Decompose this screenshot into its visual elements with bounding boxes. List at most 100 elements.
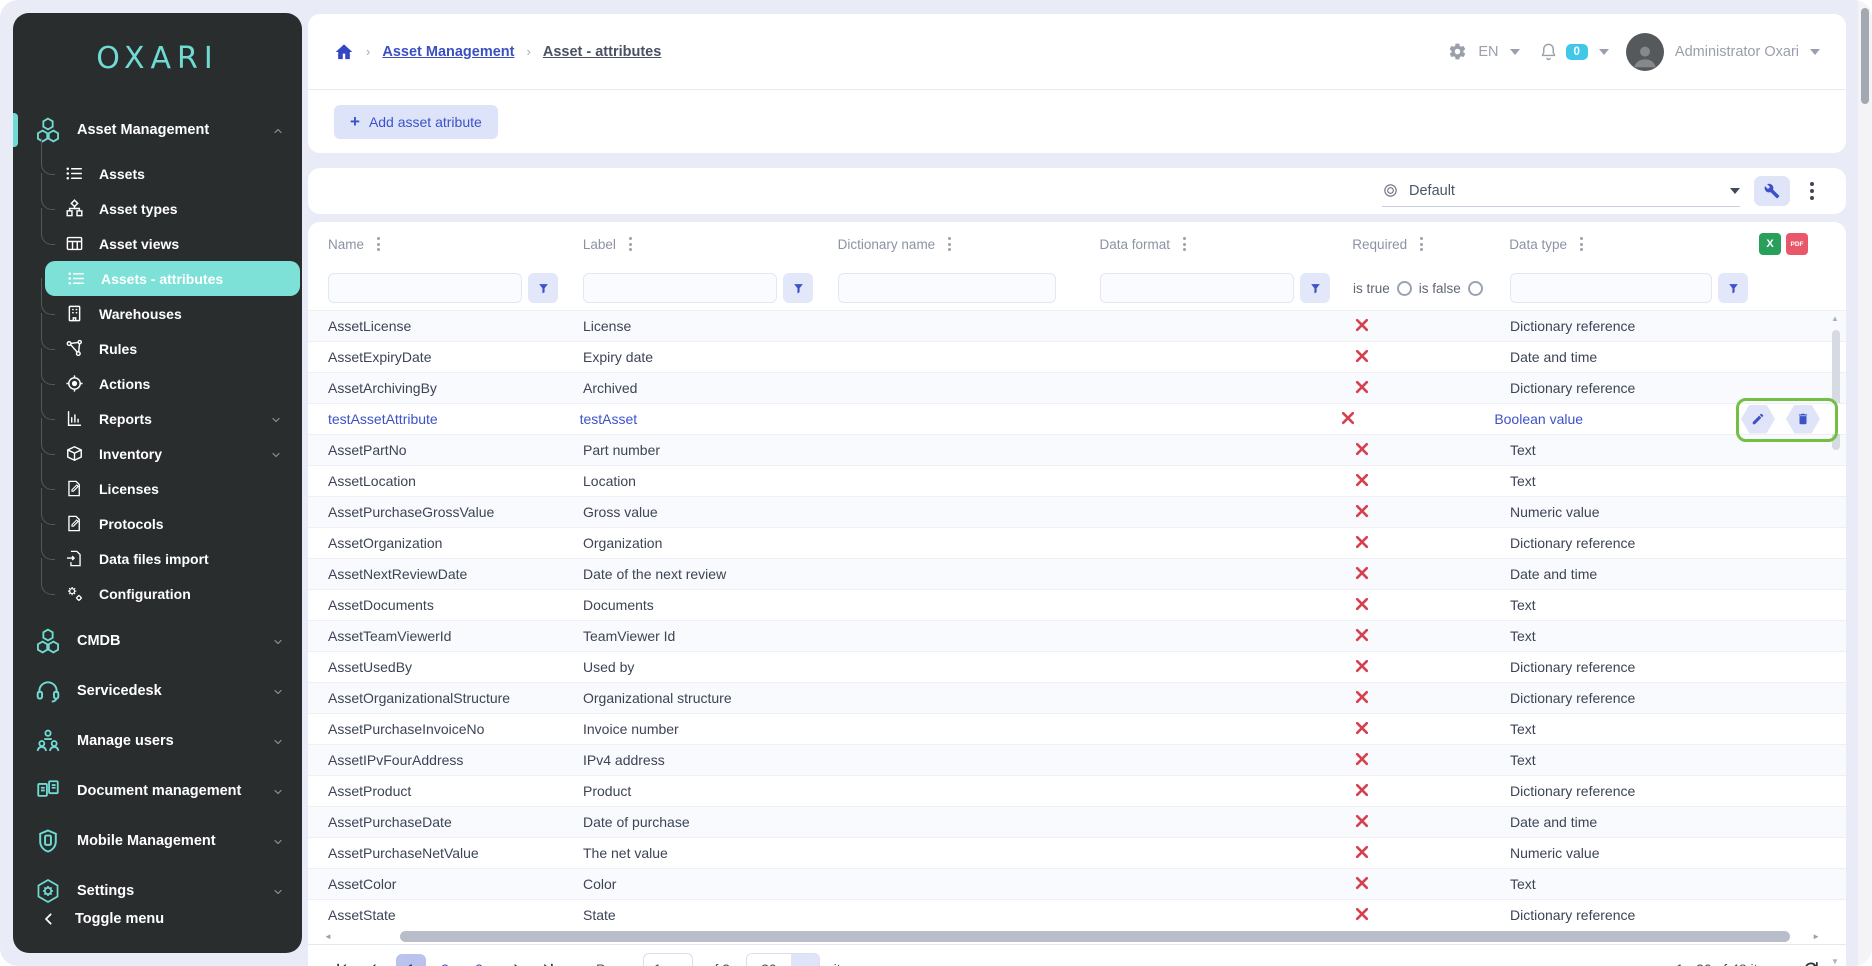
page-scrollbar-thumb[interactable] <box>1861 8 1869 104</box>
page-button-2[interactable]: 2 <box>430 954 460 966</box>
table-row-assetlicense[interactable]: AssetLicenseLicenseDictionary reference <box>308 310 1846 341</box>
breadcrumb-current-asset-attributes[interactable]: Asset - attributes <box>543 44 661 60</box>
first-page-icon[interactable] <box>334 961 349 966</box>
sidebar-item-warehouses[interactable]: Warehouses <box>13 296 302 331</box>
table-row-testassetattribute[interactable]: testAssetAttributetestAssetBoolean value <box>308 403 1846 434</box>
page-button-1[interactable]: 1 <box>396 954 426 966</box>
column-menu-icon[interactable] <box>1180 234 1189 254</box>
table-row-assetstate[interactable]: AssetStateStateDictionary reference <box>308 899 1846 930</box>
configure-view-button[interactable] <box>1754 176 1790 206</box>
refresh-icon[interactable] <box>1802 960 1820 966</box>
dictionary-name-filter-input[interactable] <box>838 273 1056 303</box>
chevron-down-icon <box>272 835 284 847</box>
table-row-assetpurchasegrossvalue[interactable]: AssetPurchaseGrossValueGross valueNumeri… <box>308 496 1846 527</box>
horizontal-scrollbar-thumb[interactable] <box>400 931 1790 942</box>
table-row-assetnextreviewdate[interactable]: AssetNextReviewDateDate of the next revi… <box>308 558 1846 589</box>
column-menu-icon[interactable] <box>1417 234 1426 254</box>
table-row-assetorganization[interactable]: AssetOrganizationOrganizationDictionary … <box>308 527 1846 558</box>
scroll-down-arrow-icon[interactable]: ▼ <box>1831 957 1839 966</box>
is-false-radio[interactable] <box>1468 281 1483 296</box>
pdf-export-icon[interactable]: PDF <box>1786 233 1808 255</box>
column-menu-icon[interactable] <box>374 234 383 254</box>
add-asset-attribute-button[interactable]: + Add asset atribute <box>334 105 498 139</box>
is-true-radio[interactable] <box>1397 281 1412 296</box>
edit-button[interactable] <box>1741 405 1775 434</box>
bell-icon[interactable] <box>1539 42 1558 61</box>
home-icon[interactable] <box>334 42 354 62</box>
scroll-left-arrow-icon[interactable]: ◄ <box>324 932 332 941</box>
sidebar-section-mobile-management[interactable]: Mobile Management <box>13 821 302 861</box>
table-row-assetarchivingby[interactable]: AssetArchivingByArchivedDictionary refer… <box>308 372 1846 403</box>
chevron-down-icon <box>272 785 284 797</box>
next-page-icon[interactable] <box>510 961 525 966</box>
user-name[interactable]: Administrator Oxari <box>1675 44 1799 60</box>
sidebar-item-licenses[interactable]: Licenses <box>13 471 302 506</box>
table-row-assetproduct[interactable]: AssetProductProductDictionary reference <box>308 775 1846 806</box>
sidebar-item-actions[interactable]: Actions <box>13 366 302 401</box>
table-row-assetdocuments[interactable]: AssetDocumentsDocumentsText <box>308 589 1846 620</box>
table-row-assetexpirydate[interactable]: AssetExpiryDateExpiry dateDate and time <box>308 341 1846 372</box>
label-filter-button[interactable] <box>783 273 813 303</box>
data-type-filter-button[interactable] <box>1718 273 1748 303</box>
data-format-filter-input[interactable] <box>1100 273 1294 303</box>
column-menu-icon[interactable] <box>1577 234 1586 254</box>
table-row-assetpurchasenetvalue[interactable]: AssetPurchaseNetValueThe net valueNumeri… <box>308 837 1846 868</box>
breadcrumb-link-asset-management[interactable]: Asset Management <box>382 44 514 60</box>
table-row-assetpurchaseinvoiceno[interactable]: AssetPurchaseInvoiceNoInvoice numberText <box>308 713 1846 744</box>
column-menu-icon[interactable] <box>945 234 954 254</box>
sidebar-section-asset-management[interactable]: Asset Management <box>13 110 302 150</box>
name-filter-input[interactable] <box>328 273 522 303</box>
sidebar-item-configuration[interactable]: Configuration <box>13 576 302 611</box>
name-filter-button[interactable] <box>528 273 558 303</box>
delete-button[interactable] <box>1786 405 1820 434</box>
sidebar-item-inventory[interactable]: Inventory <box>13 436 302 471</box>
column-menu-icon[interactable] <box>626 234 635 254</box>
items-per-page-select[interactable]: 20 <box>746 953 820 966</box>
table-row-assetpurchasedate[interactable]: AssetPurchaseDateDate of purchaseDate an… <box>308 806 1846 837</box>
user-menu-chevron-down-icon[interactable] <box>1810 49 1820 55</box>
label-filter-input[interactable] <box>583 273 777 303</box>
cell-name: AssetPurchaseGrossValue <box>308 504 583 520</box>
data-type-filter-input[interactable] <box>1510 273 1712 303</box>
sidebar-section-servicedesk[interactable]: Servicedesk <box>13 671 302 711</box>
table-row-assetorganizationalstructure[interactable]: AssetOrganizationalStructureOrganization… <box>308 682 1846 713</box>
horizontal-scrollbar[interactable]: ◄ ► <box>322 930 1832 944</box>
scroll-right-arrow-icon[interactable]: ► <box>1812 932 1820 941</box>
table-row-assetpartno[interactable]: AssetPartNoPart numberText <box>308 434 1846 465</box>
sidebar-section-document-management[interactable]: Document management <box>13 771 302 811</box>
sidebar-item-asset-views[interactable]: Asset views <box>13 226 302 261</box>
user-avatar[interactable] <box>1626 33 1664 71</box>
prev-page-icon[interactable] <box>365 961 380 966</box>
notifications-chevron-down-icon[interactable] <box>1599 49 1609 55</box>
view-selector-dropdown[interactable]: Default <box>1382 175 1740 207</box>
page-number-input[interactable] <box>643 953 693 966</box>
sidebar-item-assets-attributes[interactable]: Assets - attributes <box>45 261 300 296</box>
sidebar-section-cmdb[interactable]: CMDB <box>13 621 302 661</box>
scroll-up-arrow-icon[interactable]: ▲ <box>1831 314 1839 323</box>
kebab-menu-icon[interactable] <box>1806 178 1818 204</box>
language-chevron-down-icon[interactable] <box>1510 49 1520 55</box>
sidebar-item-asset-types[interactable]: Asset types <box>13 191 302 226</box>
table-row-assetipvfouraddress[interactable]: AssetIPvFourAddressIPv4 addressText <box>308 744 1846 775</box>
toggle-menu-button[interactable]: Toggle menu <box>13 911 302 927</box>
sidebar-item-assets[interactable]: Assets <box>13 156 302 191</box>
sidebar-section-manage-users[interactable]: Manage users <box>13 721 302 761</box>
page-scrollbar[interactable] <box>1858 0 1872 966</box>
sidebar-item-rules[interactable]: Rules <box>13 331 302 366</box>
excel-export-icon[interactable]: X <box>1759 233 1781 255</box>
cell-name: AssetArchivingBy <box>308 380 583 396</box>
table-row-assetcolor[interactable]: AssetColorColorText <box>308 868 1846 899</box>
table-row-assetusedby[interactable]: AssetUsedByUsed byDictionary reference <box>308 651 1846 682</box>
last-page-icon[interactable] <box>541 961 556 966</box>
table-row-assetlocation[interactable]: AssetLocationLocationText <box>308 465 1846 496</box>
page-button-3[interactable]: 3 <box>464 954 494 966</box>
sidebar-section-settings[interactable]: Settings <box>13 871 302 911</box>
sidebar-item-reports[interactable]: Reports <box>13 401 302 436</box>
sidebar-item-protocols[interactable]: Protocols <box>13 506 302 541</box>
table-body: AssetLicenseLicenseDictionary referenceA… <box>308 310 1846 930</box>
sidebar-item-data-files-import[interactable]: Data files import <box>13 541 302 576</box>
table-row-assetteamviewerid[interactable]: AssetTeamViewerIdTeamViewer IdText <box>308 620 1846 651</box>
language-selector[interactable]: EN <box>1478 44 1498 60</box>
settings-gear-icon[interactable] <box>1448 42 1467 61</box>
data-format-filter-button[interactable] <box>1300 273 1330 303</box>
